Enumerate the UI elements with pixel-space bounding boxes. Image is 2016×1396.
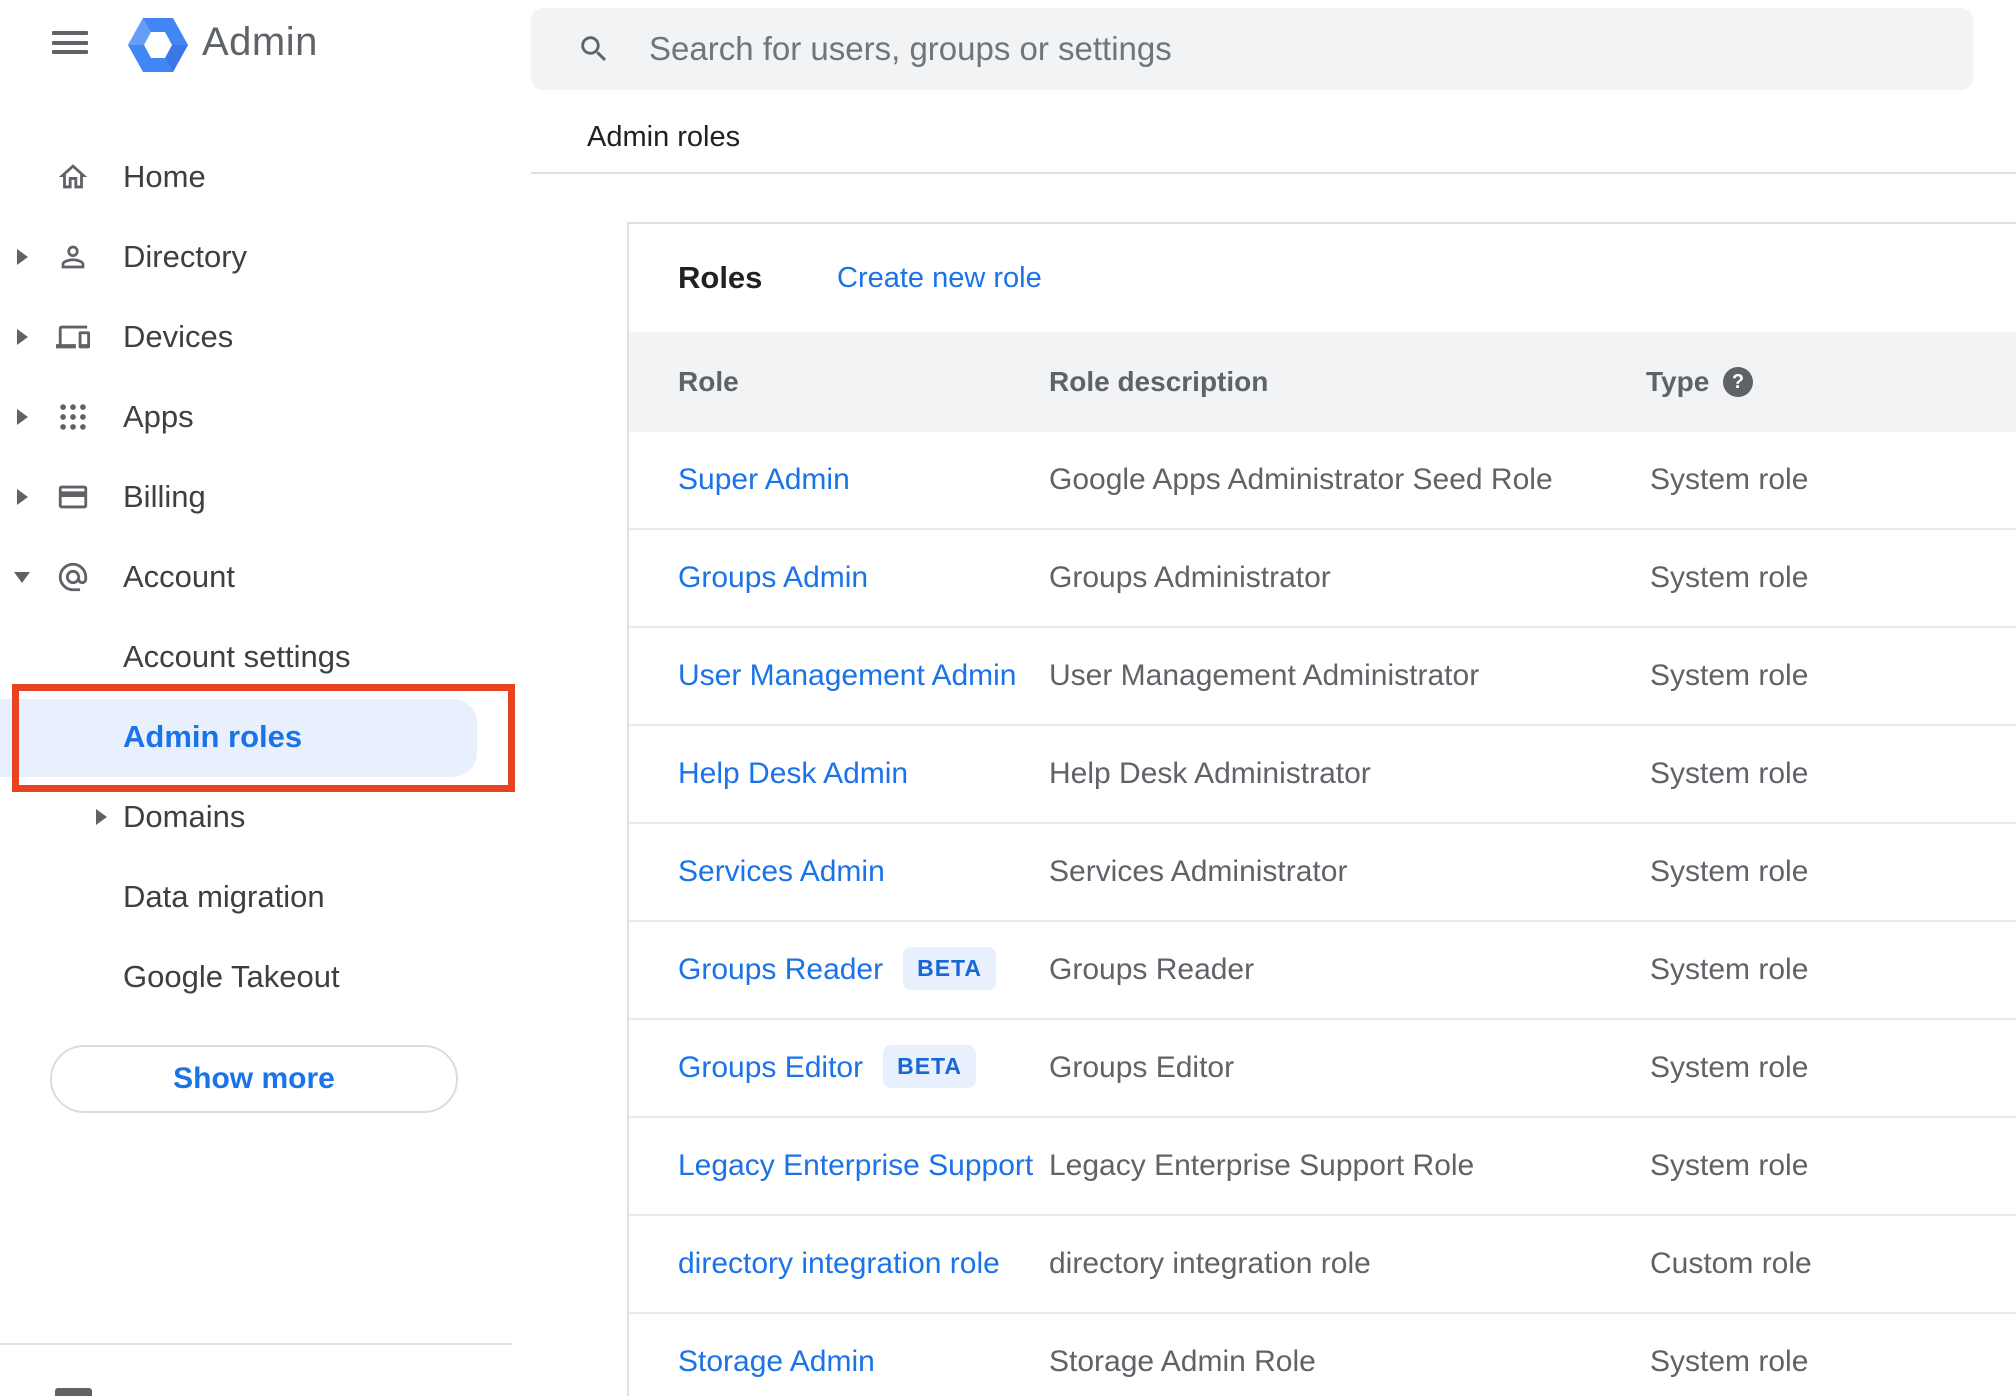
expand-arrow-icon[interactable]: [17, 489, 28, 505]
at-sign-icon: [56, 560, 90, 594]
content-divider: [531, 172, 2016, 174]
expand-arrow-icon[interactable]: [96, 809, 107, 825]
role-type: System role: [1650, 855, 1809, 888]
sidebar-item-label: Data migration: [123, 879, 325, 914]
role-description: Legacy Enterprise Support Role: [1049, 1149, 1475, 1182]
role-type: System role: [1650, 1149, 1809, 1182]
role-type: System role: [1650, 953, 1809, 986]
admin-console-screen: Admin Home Directory Devices Apps Billin…: [0, 0, 2016, 1396]
table-row: Storage Admin Storage Admin Role System …: [629, 1314, 2016, 1396]
role-description: Groups Administrator: [1049, 561, 1331, 594]
expand-arrow-icon[interactable]: [17, 249, 28, 265]
sidebar-item-label: Billing: [123, 479, 206, 514]
sidebar-item-home[interactable]: Home: [0, 147, 530, 207]
app-title: Admin: [202, 20, 318, 64]
sidebar-item-label: Directory: [123, 239, 248, 274]
search-icon: [577, 32, 611, 66]
sidebar-item-label: Home: [123, 159, 206, 194]
search-placeholder: Search for users, groups or settings: [649, 30, 1172, 67]
role-link[interactable]: Groups Admin: [678, 530, 868, 626]
sidebar-item-google-takeout[interactable]: Google Takeout: [0, 947, 530, 1007]
admin-logo-icon[interactable]: [128, 18, 188, 77]
role-link-text: Groups Editor: [678, 1051, 864, 1084]
role-link[interactable]: Legacy Enterprise Support: [678, 1118, 1033, 1214]
role-link[interactable]: Groups Editor BETA: [678, 1020, 976, 1116]
home-icon: [56, 160, 90, 194]
expand-arrow-icon[interactable]: [17, 329, 28, 345]
breadcrumb: Admin roles: [587, 121, 741, 153]
sidebar-item-account-settings[interactable]: Account settings: [0, 627, 530, 687]
sidebar-item-devices[interactable]: Devices: [0, 307, 530, 367]
table-row: Help Desk Admin Help Desk Administrator …: [629, 726, 2016, 824]
role-link-text: Groups Reader: [678, 953, 884, 986]
sidebar-item-data-migration[interactable]: Data migration: [0, 867, 530, 927]
role-type: Custom role: [1650, 1247, 1812, 1280]
table-row: Services Admin Services Administrator Sy…: [629, 824, 2016, 922]
sidebar-item-label: Account settings: [123, 639, 351, 674]
role-type: System role: [1650, 757, 1809, 790]
column-header-type: Type: [1646, 366, 1710, 397]
role-link[interactable]: User Management Admin: [678, 628, 1017, 724]
role-description: User Management Administrator: [1049, 659, 1480, 692]
role-link[interactable]: Storage Admin: [678, 1314, 875, 1396]
sidebar-item-label: Google Takeout: [123, 959, 340, 994]
role-description: Storage Admin Role: [1049, 1345, 1316, 1378]
sidebar-item-domains[interactable]: Domains: [0, 787, 530, 847]
role-link[interactable]: directory integration role: [678, 1216, 1000, 1312]
table-row: Legacy Enterprise Support Legacy Enterpr…: [629, 1118, 2016, 1216]
sidebar-item-label: Domains: [123, 799, 246, 834]
sidebar-divider: [0, 1343, 512, 1345]
role-link[interactable]: Super Admin: [678, 432, 850, 528]
sidebar-item-account[interactable]: Account: [0, 547, 530, 607]
hamburger-menu-icon[interactable]: [52, 31, 88, 54]
sidebar-item-label: Apps: [123, 399, 194, 434]
person-icon: [56, 240, 90, 274]
role-link[interactable]: Help Desk Admin: [678, 726, 908, 822]
column-header-role: Role: [678, 366, 739, 397]
apps-grid-icon: [56, 400, 90, 434]
table-row: Super Admin Google Apps Administrator Se…: [629, 432, 2016, 530]
table-header-row: Role Role description Type ?: [629, 332, 2016, 432]
role-description: Google Apps Administrator Seed Role: [1049, 463, 1553, 496]
roles-card: Roles Create new role Role Role descript…: [627, 222, 2016, 1396]
beta-badge: BETA: [903, 946, 997, 990]
table-row: Groups Admin Groups Administrator System…: [629, 530, 2016, 628]
table-row: Groups Reader BETA Groups Reader System r…: [629, 922, 2016, 1020]
sidebar-item-label: Admin roles: [123, 719, 303, 754]
role-description: Groups Reader: [1049, 953, 1255, 986]
search-input[interactable]: Search for users, groups or settings: [531, 8, 1973, 90]
role-type: System role: [1650, 561, 1809, 594]
role-link[interactable]: Services Admin: [678, 824, 885, 920]
roles-card-header: Roles Create new role: [629, 224, 2016, 332]
beta-badge: BETA: [883, 1044, 976, 1088]
create-new-role-link[interactable]: Create new role: [837, 224, 1042, 332]
sidebar-item-directory[interactable]: Directory: [0, 227, 530, 287]
role-description: directory integration role: [1049, 1247, 1371, 1280]
role-type: System role: [1650, 1345, 1809, 1378]
table-row: Groups Editor BETA Groups Editor System r…: [629, 1020, 2016, 1118]
sidebar-item-label: Devices: [123, 319, 234, 354]
column-header-description: Role description: [1049, 366, 1269, 397]
role-description: Groups Editor: [1049, 1051, 1235, 1084]
partially-visible-icon: [55, 1388, 92, 1396]
role-type: System role: [1650, 659, 1809, 692]
sidebar-item-apps[interactable]: Apps: [0, 387, 530, 447]
table-row: User Management Admin User Management Ad…: [629, 628, 2016, 726]
credit-card-icon: [56, 480, 90, 514]
role-description: Help Desk Administrator: [1049, 757, 1371, 790]
table-row: directory integration role directory int…: [629, 1216, 2016, 1314]
help-icon[interactable]: ?: [1723, 367, 1753, 397]
role-type: System role: [1650, 1051, 1809, 1084]
expand-arrow-icon[interactable]: [17, 409, 28, 425]
role-type: System role: [1650, 463, 1809, 496]
devices-icon: [56, 320, 90, 354]
role-link[interactable]: Groups Reader BETA: [678, 922, 997, 1018]
sidebar-item-billing[interactable]: Billing: [0, 467, 530, 527]
card-title: Roles: [678, 260, 763, 295]
sidebar-item-label: Account: [123, 559, 236, 594]
role-description: Services Administrator: [1049, 855, 1348, 888]
sidebar-item-admin-roles[interactable]: Admin roles: [0, 707, 530, 767]
collapse-arrow-icon[interactable]: [14, 572, 30, 583]
show-more-button[interactable]: Show more: [50, 1045, 458, 1113]
